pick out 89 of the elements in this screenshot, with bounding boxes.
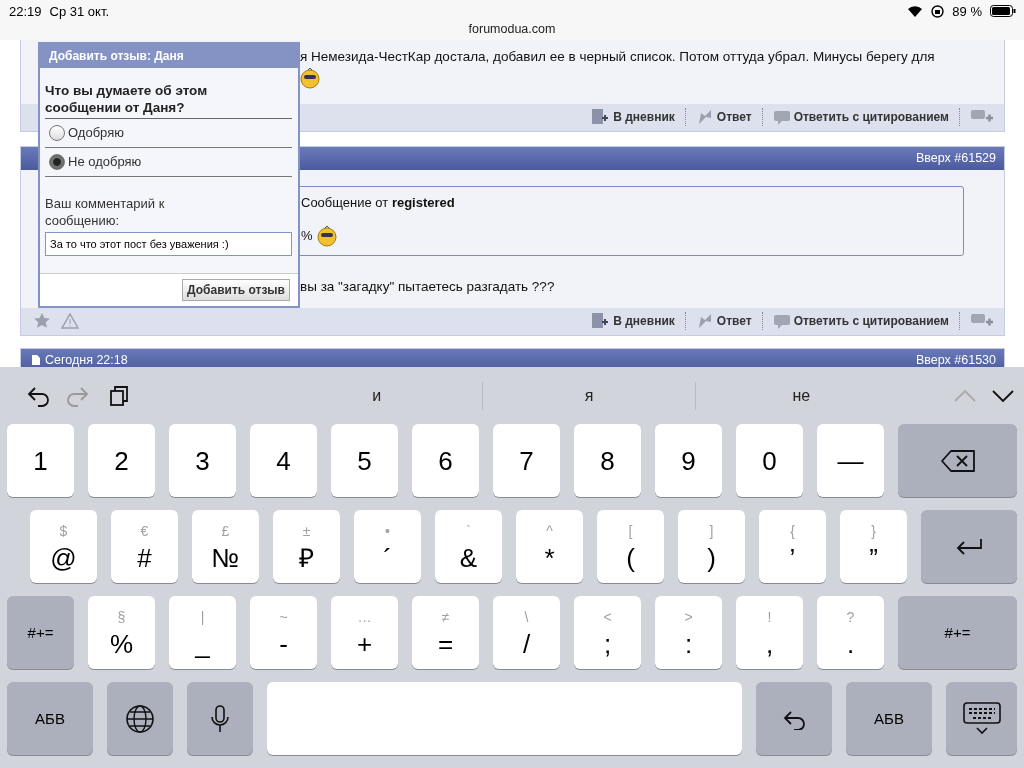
keyboard-key[interactable]: #+= bbox=[898, 596, 1017, 669]
keyboard-key[interactable]: ^ * bbox=[516, 510, 583, 583]
keyboard-key[interactable]: … + bbox=[331, 596, 398, 669]
undo-icon bbox=[25, 384, 49, 407]
keyboard-key[interactable]: < ; bbox=[574, 596, 641, 669]
keyboard-key[interactable]: | _ bbox=[169, 596, 236, 669]
keyboard-key[interactable]: #+= bbox=[7, 596, 74, 669]
status-time: 22:19 bbox=[9, 3, 42, 19]
speech-bubble-icon bbox=[772, 109, 791, 126]
keyboard-key[interactable]: ≠ = bbox=[412, 596, 479, 669]
keyboard-key[interactable]: \ / bbox=[493, 596, 560, 669]
keyboard-key[interactable]: 5 bbox=[331, 424, 398, 497]
keyboard-key[interactable]: — bbox=[817, 424, 884, 497]
backspace-icon bbox=[939, 448, 976, 473]
suggestion-word[interactable]: не bbox=[695, 381, 907, 410]
post-date: Сегодня 22:18 bbox=[45, 353, 128, 367]
chevron-down-icon bbox=[991, 388, 1015, 403]
smiley-icon bbox=[316, 224, 337, 247]
document-icon bbox=[31, 354, 41, 367]
keyboard-key[interactable]: 0 bbox=[736, 424, 803, 497]
post-action-link[interactable]: В дневник bbox=[590, 108, 675, 127]
keyboard-key[interactable]: 7 bbox=[493, 424, 560, 497]
dialog-question: Что вы думаете об этом сообщении от Даня? bbox=[45, 81, 292, 119]
mic-key[interactable] bbox=[187, 682, 253, 755]
post-action-link[interactable]: Ответить с цитированием bbox=[772, 109, 949, 126]
globe-icon bbox=[125, 703, 155, 734]
keyboard-key[interactable]: { ’ bbox=[759, 510, 826, 583]
post-action-link[interactable]: Ответ bbox=[695, 108, 752, 127]
radio-button[interactable] bbox=[49, 124, 65, 141]
battery-percent: 89 % bbox=[952, 3, 982, 19]
keyboard-key[interactable]: ~ - bbox=[250, 596, 317, 669]
keyboard-key[interactable]: 1 bbox=[7, 424, 74, 497]
suggestion-word[interactable]: и bbox=[271, 381, 484, 410]
globe-key[interactable] bbox=[107, 682, 173, 755]
diary-icon bbox=[590, 312, 611, 331]
redo-icon bbox=[67, 384, 91, 407]
wifi-icon bbox=[907, 5, 924, 17]
post-text: я Немезида-ЧестКар достала, добавил ее в черный список. Потом оттуда убрал. Минусы берегу для bbox=[300, 47, 936, 66]
post-text: вы за "загадку" пытаетесь разгадать ??? bbox=[300, 277, 556, 296]
keyboard-key[interactable]: ? . bbox=[817, 596, 884, 669]
keyboard-key[interactable]: > : bbox=[655, 596, 722, 669]
keyboard-key[interactable]: АБВ bbox=[7, 682, 93, 755]
dialog-title: Добавить отзыв: Даня bbox=[40, 43, 298, 68]
keyboard-key[interactable]: £ № bbox=[192, 510, 259, 583]
submit-button[interactable]: Добавить отзыв bbox=[182, 278, 290, 301]
quote-text: % bbox=[301, 228, 313, 244]
keyboard-key[interactable]: ] ) bbox=[678, 510, 745, 583]
keyboard-key[interactable]: ! , bbox=[736, 596, 803, 669]
suggestion-word[interactable]: я bbox=[483, 381, 696, 410]
keyboard-key[interactable]: 2 bbox=[88, 424, 155, 497]
comment-label: Ваш комментарий к сообщению: bbox=[45, 194, 166, 229]
post-action-link[interactable]: Ответить с цитированием bbox=[772, 313, 949, 330]
keyboard-key[interactable]: 4 bbox=[250, 424, 317, 497]
keyboard-key[interactable]: } ” bbox=[840, 510, 907, 583]
keyboard-key[interactable]: 3 bbox=[169, 424, 236, 497]
keyboard-hide-icon bbox=[961, 700, 1002, 737]
post-action-link[interactable]: Ответ bbox=[695, 312, 752, 331]
post-action-link[interactable]: В дневник bbox=[590, 312, 675, 331]
hide-key[interactable] bbox=[946, 682, 1017, 755]
keyboard-key[interactable]: ± ₽ bbox=[273, 510, 340, 583]
chevron-up-icon bbox=[953, 388, 977, 403]
address-url[interactable]: forumodua.com bbox=[0, 22, 1024, 36]
keyboard-key[interactable]: 9 bbox=[655, 424, 722, 497]
keyboard-key[interactable]: АБВ bbox=[846, 682, 932, 755]
paste-icon bbox=[109, 384, 129, 407]
post-number-link[interactable]: Вверх #61529 bbox=[915, 151, 996, 166]
radio-label: Одобряю bbox=[68, 125, 124, 141]
quote-title: Сообщение от registered bbox=[301, 193, 456, 212]
comment-input-field[interactable]: За то что этот пост без уважения :) bbox=[45, 231, 292, 256]
microphone-icon bbox=[210, 703, 230, 734]
keyboard-key[interactable]: 8 bbox=[574, 424, 641, 497]
radio-button[interactable] bbox=[49, 153, 65, 170]
post-number-link[interactable]: Вверх #61530 bbox=[915, 353, 996, 367]
keyboard-key[interactable]: ` & bbox=[435, 510, 502, 583]
delete-key[interactable] bbox=[898, 424, 1017, 497]
battery-icon bbox=[990, 5, 1016, 17]
speech-bubble-icon bbox=[772, 313, 791, 330]
diary-icon bbox=[590, 108, 611, 127]
keyboard-key[interactable]: [ ( bbox=[597, 510, 664, 583]
rotation-lock-icon bbox=[931, 4, 945, 18]
keyboard-key[interactable]: € # bbox=[111, 510, 178, 583]
keyboard-key[interactable]: $ @ bbox=[30, 510, 97, 583]
return-icon bbox=[954, 536, 984, 557]
status-date: Ср 31 окт. bbox=[49, 3, 110, 19]
keyboard-key[interactable]: 6 bbox=[412, 424, 479, 497]
keyboard-key[interactable]: § % bbox=[88, 596, 155, 669]
keyboard-key[interactable]: • ´ bbox=[354, 510, 421, 583]
radio-label: Не одобряю bbox=[68, 154, 142, 170]
warning-icon bbox=[61, 313, 79, 330]
